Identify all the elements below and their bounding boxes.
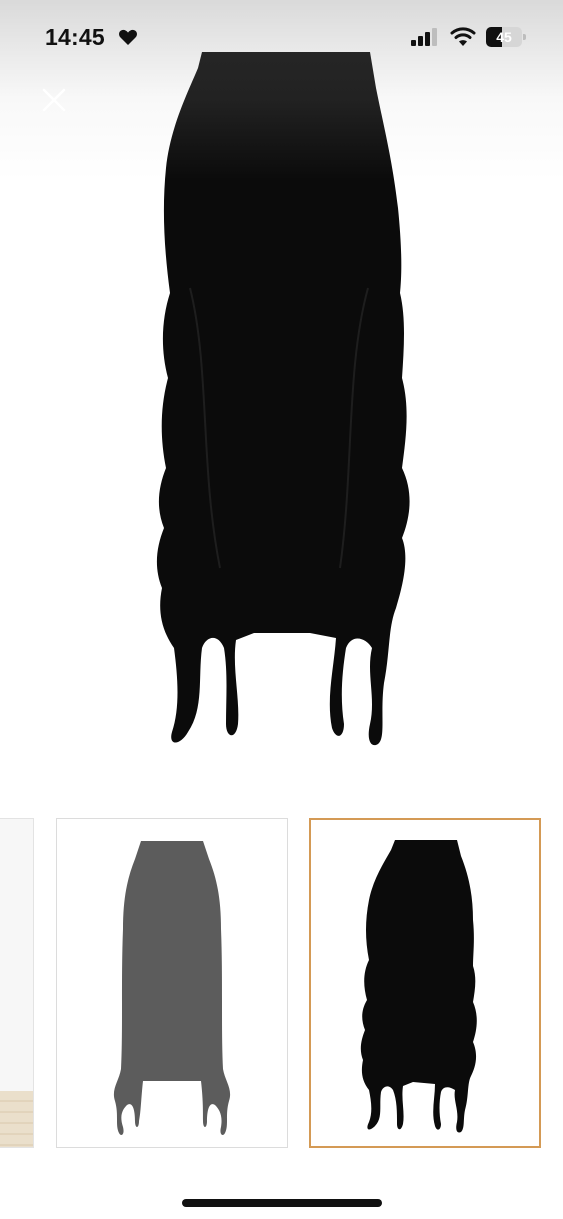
battery-indicator: 45	[486, 27, 526, 47]
grey-skirt-image	[113, 841, 231, 1135]
floor-texture	[0, 1091, 33, 1147]
status-time: 14:45	[45, 24, 105, 50]
battery-cap	[523, 34, 526, 40]
thumbnail-strip	[0, 818, 563, 1150]
home-indicator[interactable]	[182, 1199, 382, 1207]
black-skirt-image	[360, 840, 477, 1133]
main-product-image[interactable]	[140, 48, 430, 748]
battery-body: 45	[486, 27, 522, 47]
wifi-icon	[450, 27, 476, 46]
thumbnail-partial[interactable]	[0, 818, 34, 1148]
status-bar: 14:45 45	[0, 0, 563, 76]
cellular-signal-icon	[411, 28, 437, 46]
thumbnail-black-skirt-selected[interactable]	[309, 818, 541, 1148]
close-icon[interactable]	[36, 82, 72, 118]
battery-level-text: 45	[496, 29, 512, 45]
thumbnail-grey-skirt[interactable]	[56, 818, 288, 1148]
heart-icon	[119, 29, 137, 45]
product-image-viewer: 14:45 45	[0, 0, 563, 1219]
